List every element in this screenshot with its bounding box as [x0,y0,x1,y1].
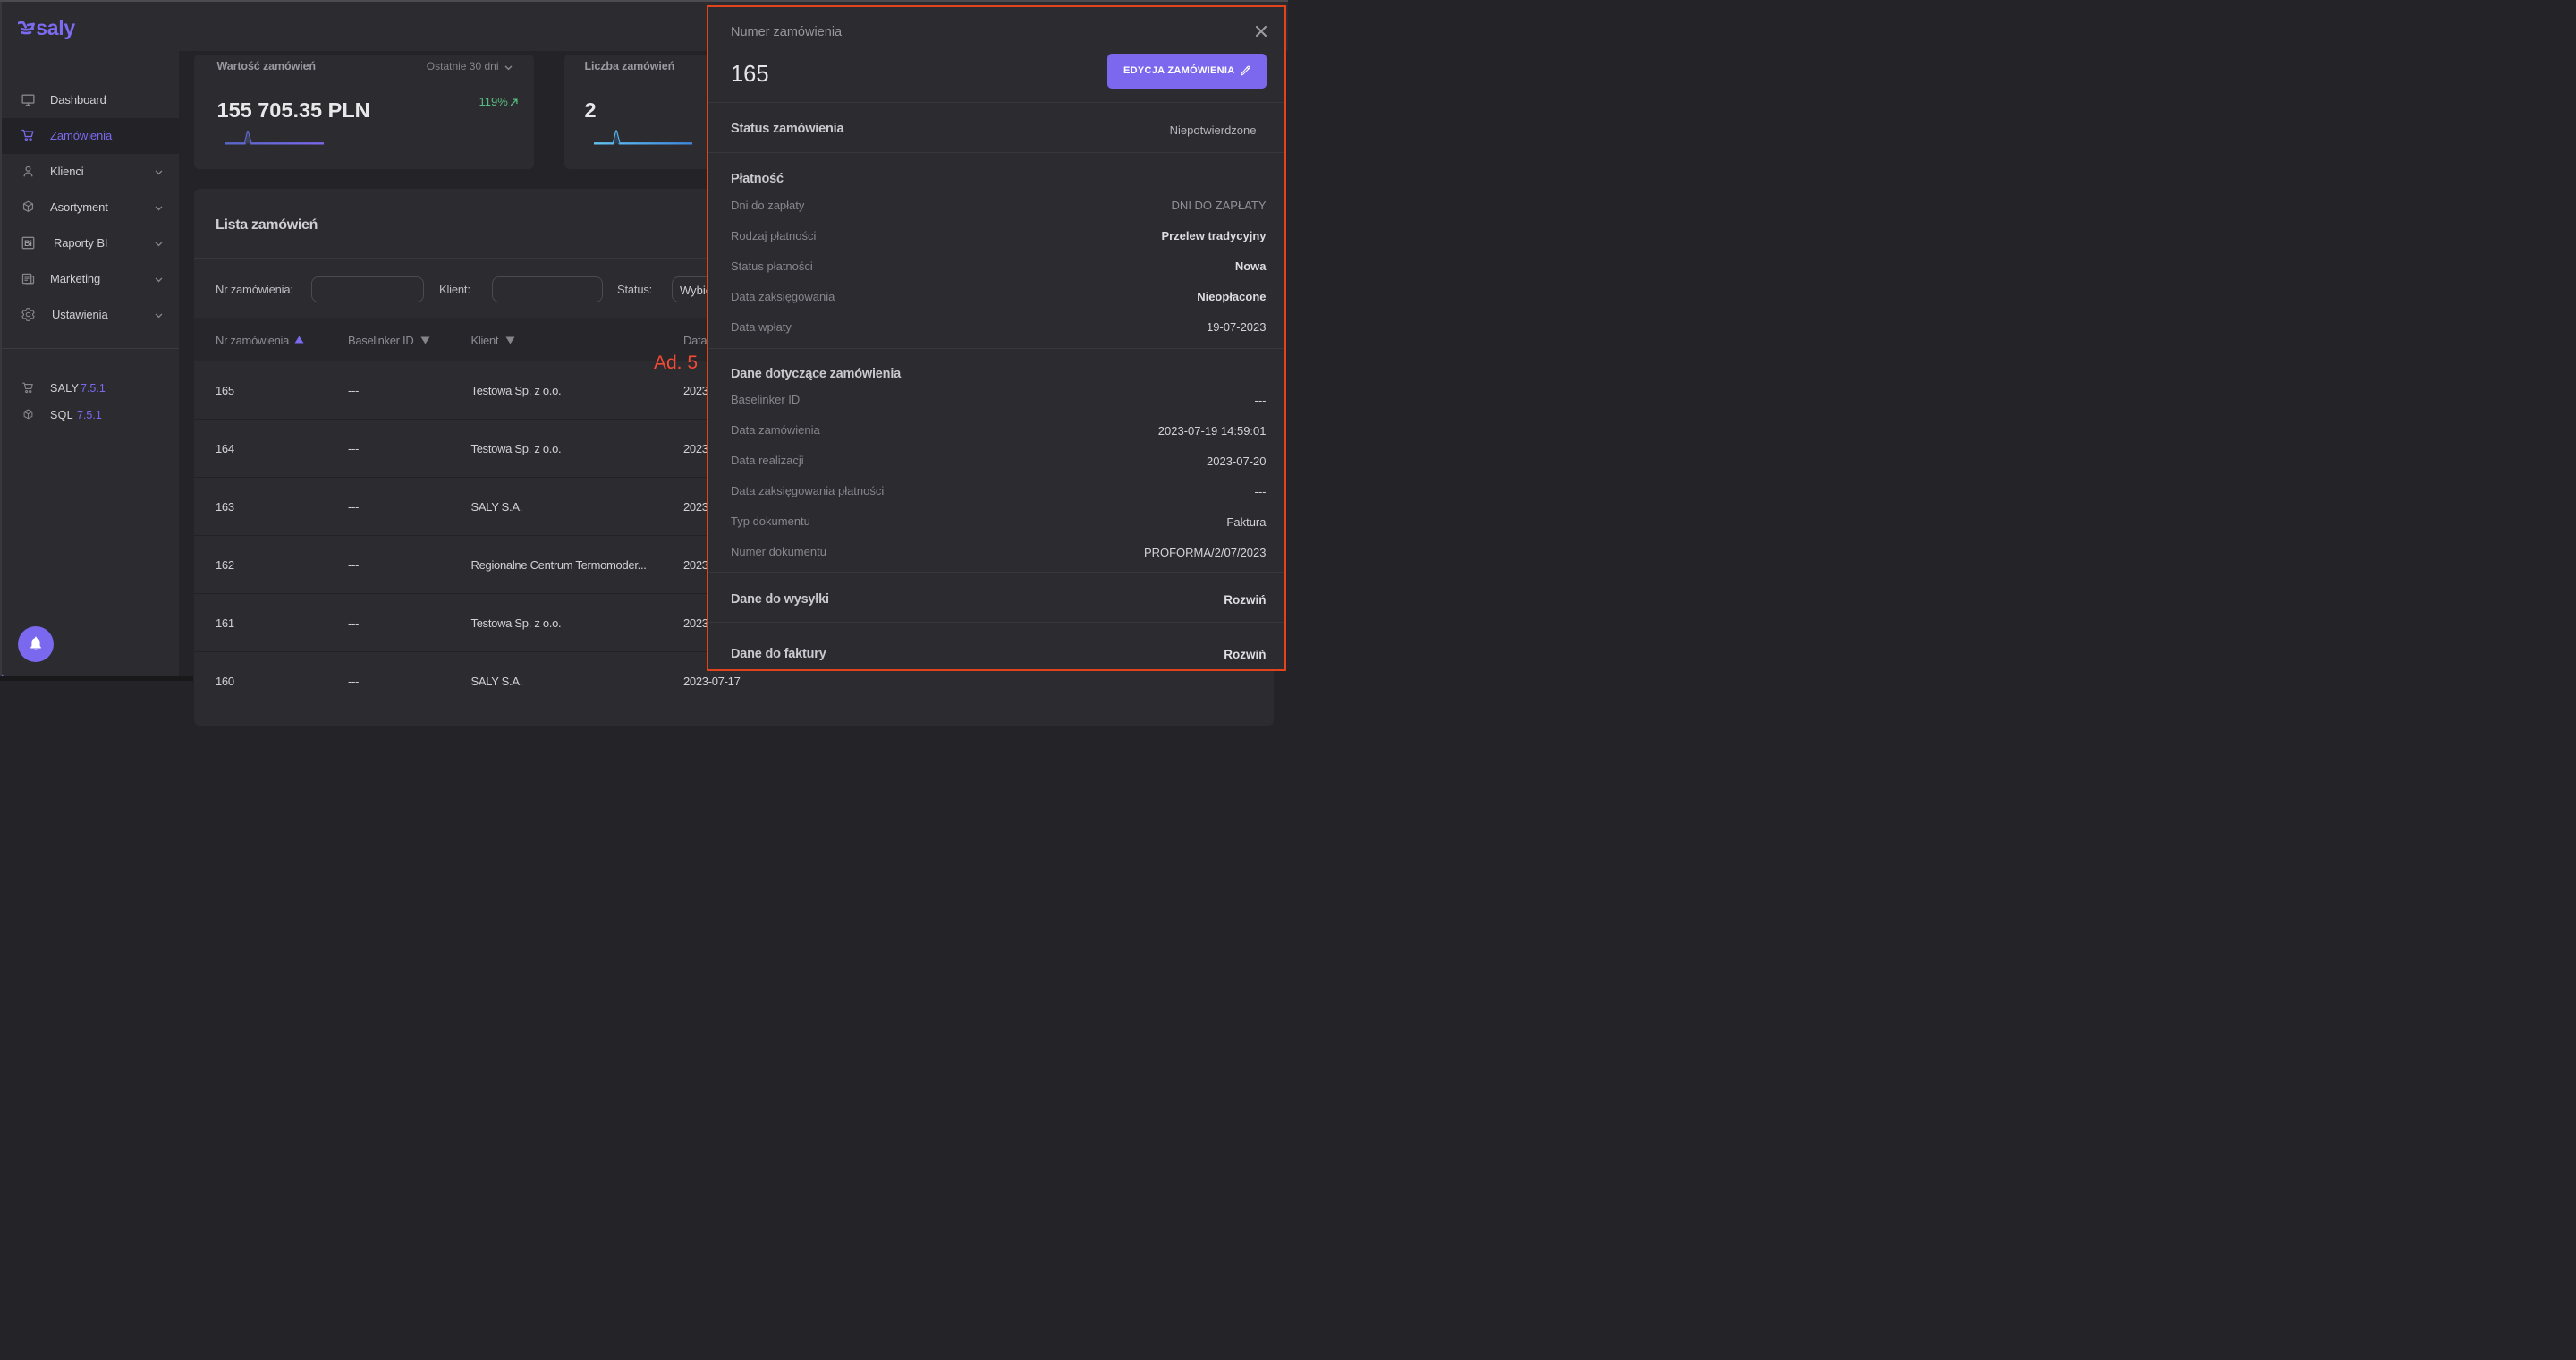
svg-text:saly: saly [36,16,75,39]
svg-text:Bi: Bi [24,239,32,248]
